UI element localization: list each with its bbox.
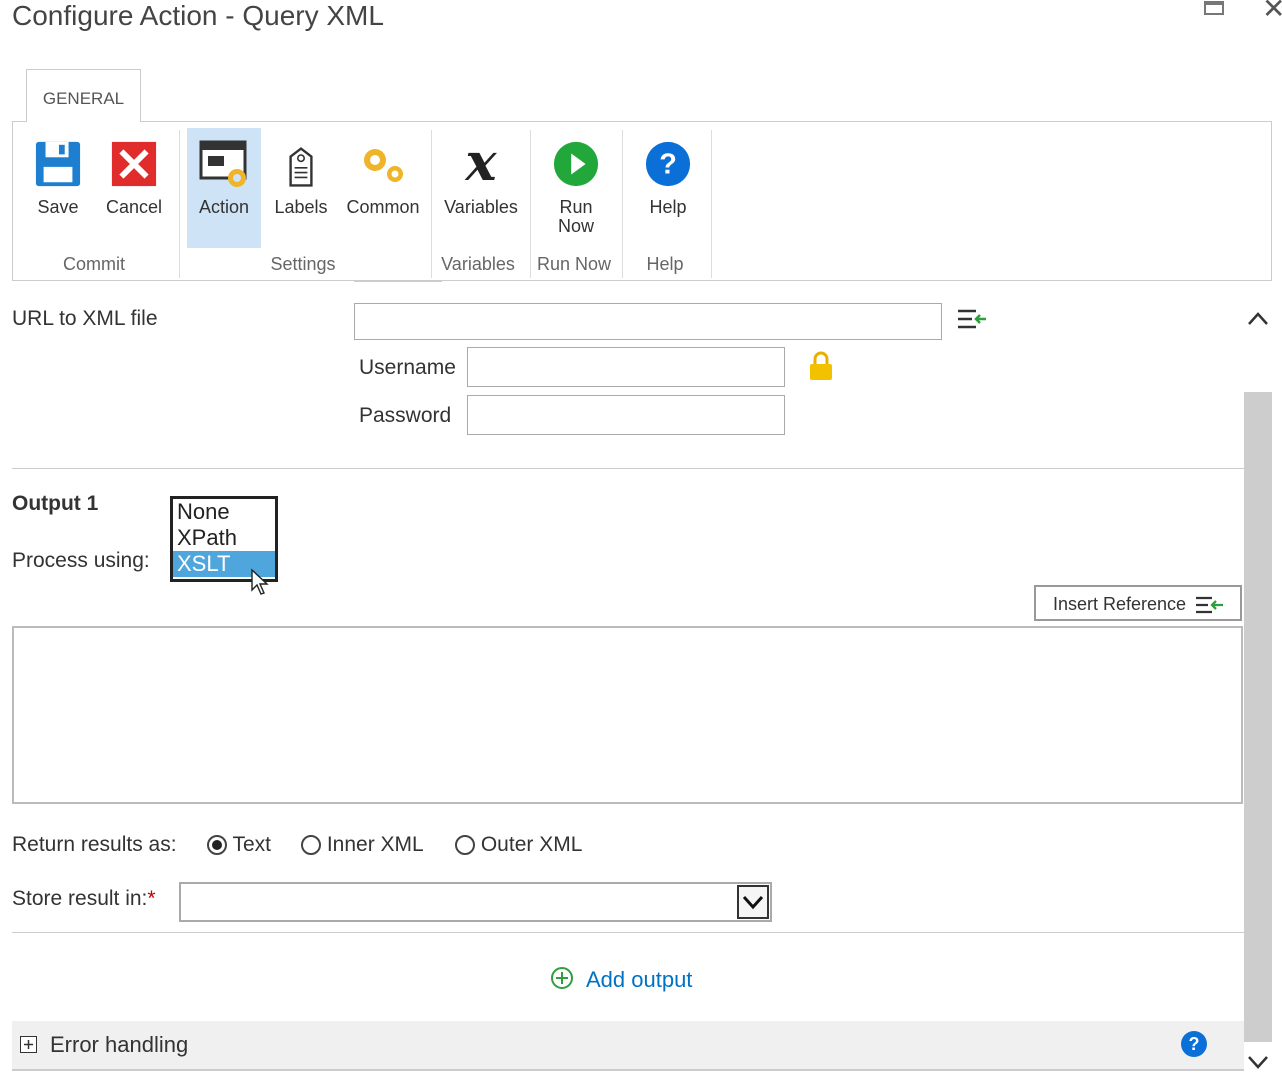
process-using-label: Process using:	[12, 549, 150, 572]
radio-inner-xml[interactable]	[301, 835, 321, 856]
variable-x-icon: x	[465, 132, 497, 193]
run-now-button[interactable]: Run Now	[538, 128, 614, 248]
insert-reference-button[interactable]: Insert Reference	[1034, 585, 1242, 621]
return-option-inner-xml[interactable]: Inner XML	[301, 833, 424, 857]
settings-underline	[354, 280, 442, 282]
dropdown-button[interactable]	[737, 885, 769, 919]
radio-outer-xml[interactable]	[455, 835, 475, 856]
scrollbar-thumb[interactable]	[1244, 392, 1272, 1042]
process-option-xpath[interactable]: XPath	[173, 525, 275, 551]
group-label-commit: Commit	[63, 254, 125, 274]
password-input[interactable]	[467, 395, 785, 435]
insert-reference-icon	[1196, 596, 1223, 614]
help-button[interactable]: ? Help	[630, 128, 706, 248]
gears-icon	[364, 149, 403, 182]
scroll-down-icon[interactable]	[1246, 1052, 1270, 1072]
return-results-label: Return results as:	[12, 833, 177, 856]
group-label-help: Help	[646, 254, 684, 274]
close-icon[interactable]: ✕	[1262, 0, 1282, 25]
process-option-none[interactable]: None	[173, 499, 275, 525]
tab-general[interactable]: GENERAL	[26, 69, 141, 122]
section-divider	[12, 932, 1244, 933]
svg-text:?: ?	[1189, 1034, 1200, 1054]
store-result-select[interactable]	[179, 882, 772, 922]
maximize-icon[interactable]	[1204, 1, 1224, 15]
expand-plus-icon[interactable]	[20, 1036, 38, 1054]
labels-button[interactable]: Labels	[264, 128, 338, 248]
save-icon	[35, 141, 81, 187]
play-icon	[553, 141, 599, 187]
add-output-link[interactable]: Add output	[550, 966, 692, 993]
username-input[interactable]	[467, 347, 785, 387]
url-input[interactable]	[354, 303, 942, 340]
output-heading: Output 1	[12, 492, 99, 515]
action-button[interactable]: Action	[187, 128, 261, 248]
radio-text[interactable]	[207, 835, 227, 856]
section-divider	[12, 468, 1244, 469]
action-icon	[199, 140, 247, 187]
group-separator	[179, 130, 180, 278]
help-icon: ?	[645, 141, 691, 187]
mouse-cursor-icon	[251, 568, 269, 595]
add-circle-icon	[551, 967, 573, 989]
username-label: Username	[359, 356, 456, 379]
variables-button[interactable]: x Variables	[438, 128, 524, 248]
common-button[interactable]: Common	[340, 128, 426, 248]
url-label: URL to XML file	[12, 307, 158, 330]
password-label: Password	[359, 404, 452, 427]
return-option-outer-xml[interactable]: Outer XML	[455, 833, 582, 857]
error-handling-label: Error handling	[50, 1032, 189, 1057]
lock-icon[interactable]	[808, 350, 834, 382]
window-title: Configure Action - Query XML	[12, 0, 384, 31]
group-label-settings: Settings	[270, 254, 336, 274]
help-icon[interactable]: ?	[1180, 1030, 1208, 1058]
group-separator	[711, 130, 712, 278]
insert-reference-icon[interactable]	[956, 307, 986, 333]
group-label-run-now: Run Now	[536, 254, 612, 274]
scroll-up-icon[interactable]	[1246, 308, 1270, 328]
group-label-variables: Variables	[441, 254, 515, 274]
labels-icon	[289, 147, 313, 187]
store-result-label: Store result in:*	[12, 887, 156, 910]
save-button[interactable]: Save	[20, 128, 96, 248]
svg-text:?: ?	[659, 149, 677, 181]
query-textarea[interactable]	[12, 626, 1243, 804]
return-option-text[interactable]: Text	[207, 833, 271, 857]
cancel-icon	[111, 141, 157, 187]
cancel-button[interactable]: Cancel	[96, 128, 172, 248]
error-handling-bar[interactable]: Error handling ?	[12, 1021, 1244, 1071]
chevron-down-icon	[742, 895, 764, 910]
